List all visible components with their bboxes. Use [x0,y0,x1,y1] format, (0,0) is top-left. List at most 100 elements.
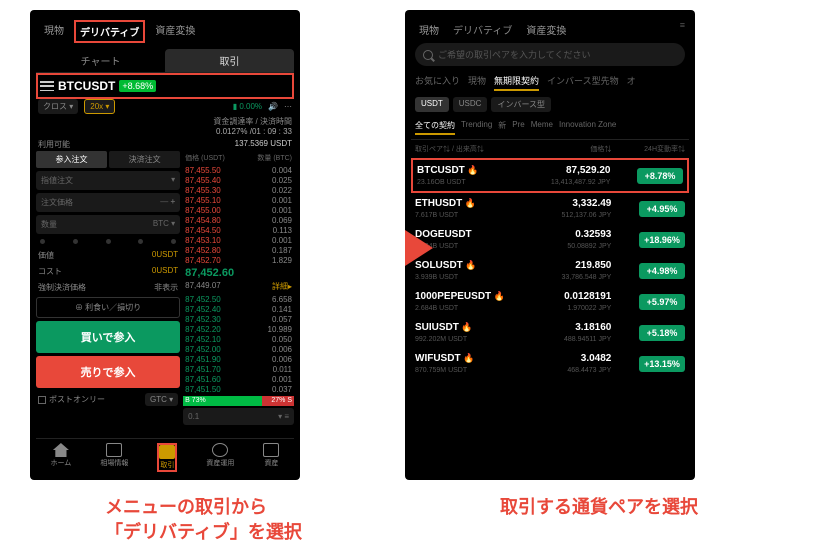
funding-countdown-row: 資金調達率 / 決済時間 0.0127% /01 : 09 : 33 [36,116,294,138]
pair-row[interactable]: BTCUSDT 🔥23.16OB USDT87,529.2013,413,487… [411,158,689,193]
tab-convert[interactable]: 資産変換 [151,20,199,43]
more-icon[interactable]: ⋯ [284,102,292,111]
bid-row[interactable]: 87,451.500.037 [183,384,294,394]
funding-rate-label: 資金調達率 / 決済時間 [213,117,292,126]
pair-row[interactable]: SOLUSDT 🔥3.939B USDT219.85033,786.548 JP… [411,255,689,286]
liq-value: 非表示 [154,282,178,293]
leverage-row: クロス ▾ 20x ▾ ▮ 0.00% 🔊 ⋯ [36,99,294,116]
subtab-chart[interactable]: チャート [36,49,165,72]
sound-icon[interactable]: 🔊 [268,102,278,111]
bid-row[interactable]: 87,451.700.011 [183,364,294,374]
filter-tab[interactable]: Trending [461,120,492,135]
nav-earn[interactable]: 資産運用 [206,443,234,472]
post-only-label: ポストオンリー [49,394,105,405]
pair-row[interactable]: 1000PEPEUSDT 🔥2.684B USDT0.01281911.9700… [411,286,689,317]
category-tab[interactable]: 無期限契約 [494,74,539,91]
search-input[interactable]: ご希望の取引ペアを入力してください [415,43,685,66]
mode-exit[interactable]: 決済注文 [109,151,180,168]
bid-row[interactable]: 87,451.900.006 [183,354,294,364]
top-tabs: 現物 デリバティブ 資産変換 [36,18,294,45]
top-tabs-right: 現物 デリバティブ 資産変換 ≡ [411,18,689,41]
ask-row[interactable]: 87,455.400.025 [183,175,294,185]
filter-tabs: 全ての契約 Trending 新 Pre Meme Innovation Zone [411,116,689,140]
home-icon [53,443,69,457]
filter-tab[interactable]: 全ての契約 [415,120,455,135]
value-value: 0USDT [152,250,178,261]
pair-symbol: BTCUSDT [58,79,115,93]
sell-button[interactable]: 売りで参入 [36,356,180,388]
category-tab[interactable]: インバース型先物 [547,74,619,91]
ask-row[interactable]: 87,454.500.113 [183,225,294,235]
bid-row[interactable]: 87,452.400.141 [183,304,294,314]
price-input[interactable]: 注文価格— + [36,193,180,212]
bid-row[interactable]: 87,452.2010.989 [183,324,294,334]
ask-row[interactable]: 87,455.300.022 [183,185,294,195]
filter-tab[interactable]: Meme [531,120,553,135]
post-only-checkbox[interactable] [38,396,46,404]
sub-tabs: チャート 取引 [36,49,294,73]
fire-icon: 🔥 [463,353,474,363]
tab-derivatives[interactable]: デリバティブ [449,20,516,39]
quote-pill[interactable]: USDT [415,97,449,112]
bottom-nav: ホーム 相場情報 取引 資産運用 資産 [36,438,294,472]
funding-indicator: ▮ 0.00% [233,102,262,111]
margin-mode-select[interactable]: クロス ▾ [38,99,78,114]
bid-row[interactable]: 87,452.000.006 [183,344,294,354]
tab-derivatives[interactable]: デリバティブ [74,20,145,43]
fire-icon: 🔥 [465,198,476,208]
mode-entry[interactable]: 参入注文 [36,151,107,168]
tab-spot[interactable]: 現物 [415,20,443,39]
nav-home[interactable]: ホーム [51,443,72,472]
pair-row[interactable]: DOGEUSDT5.004B USDT0.3259350.08892 JPY+1… [411,224,689,255]
tab-convert[interactable]: 資産変換 [522,20,570,39]
filter-tab[interactable]: Pre [512,120,524,135]
liq-label: 強制決済価格 [38,282,86,293]
quote-pill[interactable]: インバース型 [491,97,551,112]
pair-row[interactable]: SUIUSDT 🔥992.202M USDT3.18160488.94511 J… [411,317,689,348]
quantity-input[interactable]: 数量BTC ▾ [36,215,180,234]
nav-trade[interactable]: 取引 [157,443,177,472]
pair-list: BTCUSDT 🔥23.16OB USDT87,529.2013,413,487… [411,158,689,379]
ask-row[interactable]: 87,455.000.001 [183,205,294,215]
order-type-select[interactable]: 指値注文▾ [36,171,180,190]
pair-selector[interactable]: BTCUSDT +8.68% [36,73,294,99]
ask-row[interactable]: 87,452.701.829 [183,255,294,265]
tif-select[interactable]: GTC ▾ [145,393,178,406]
category-tab[interactable]: オ [627,74,636,91]
category-tab[interactable]: お気に入り [415,74,460,91]
nav-market[interactable]: 相場情報 [100,443,128,472]
category-tab[interactable]: 現物 [468,74,486,91]
bid-row[interactable]: 87,452.100.050 [183,334,294,344]
quote-pill[interactable]: USDC [453,97,488,112]
pair-row[interactable]: ETHUSDT 🔥7.617B USDT3,332.49512,137.06 J… [411,193,689,224]
filter-tab[interactable]: 新 [498,120,506,135]
value-label: 価値 [38,250,54,261]
bid-row[interactable]: 87,452.300.057 [183,314,294,324]
tab-spot[interactable]: 現物 [40,20,68,43]
ask-row[interactable]: 87,454.800.069 [183,215,294,225]
ask-row[interactable]: 87,455.100.001 [183,195,294,205]
cost-value: 0USDT [152,266,178,277]
subtab-trade[interactable]: 取引 [165,49,294,72]
bid-row[interactable]: 87,451.600.001 [183,374,294,384]
tpsl-toggle[interactable]: ⊕ 利食い／損切り [36,297,180,318]
earn-icon [212,443,228,457]
bid-row[interactable]: 87,452.506.658 [183,294,294,304]
ask-row[interactable]: 87,453.100.001 [183,235,294,245]
orderbook-detail-link[interactable]: 詳細▸ [272,281,292,292]
buy-button[interactable]: 買いで参入 [36,321,180,353]
available-balance: 利用可能 137.5369 USDT [36,138,294,151]
arrow-icon [405,230,433,266]
screenshot-left: 現物 デリバティブ 資産変換 チャート 取引 BTCUSDT +8.68% クロ… [30,10,300,480]
nav-assets[interactable]: 資産 [263,443,279,472]
more-icon[interactable]: ≡ [680,20,685,39]
qty-slider[interactable] [36,237,180,246]
leverage-select[interactable]: 20x ▾ [84,99,115,114]
fire-icon: 🔥 [494,291,505,301]
mid-price: 87,452.60 [183,265,294,281]
orderbook-step-select[interactable]: 0.1▾ ≡ [183,408,294,425]
ask-row[interactable]: 87,455.500.004 [183,165,294,175]
filter-tab[interactable]: Innovation Zone [559,120,616,135]
ask-row[interactable]: 87,452.800.187 [183,245,294,255]
pair-row[interactable]: WIFUSDT 🔥870.759M USDT3.0482468.4473 JPY… [411,348,689,379]
